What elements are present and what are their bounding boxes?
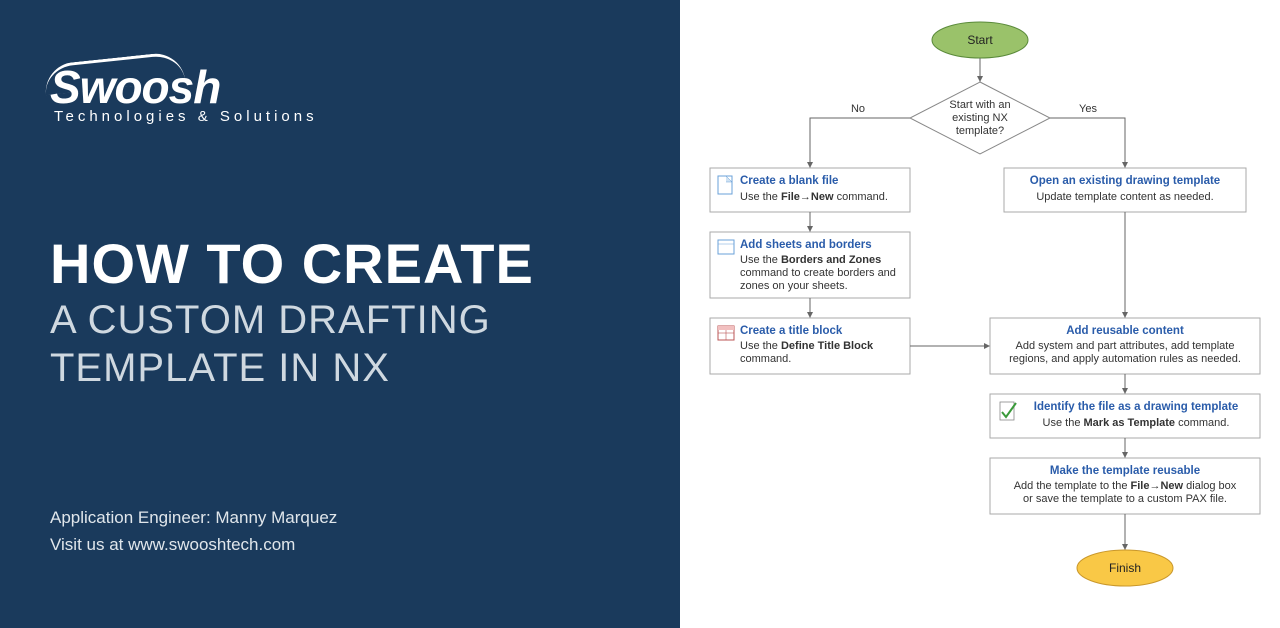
open-body: Update template content as needed.	[1036, 191, 1213, 203]
reusable-body2: regions, and apply automation rules as n…	[1009, 353, 1241, 365]
identify-body: Use the Mark as Template command.	[1043, 417, 1230, 429]
make-body1: Add the template to the File→New dialog …	[1014, 480, 1237, 492]
finish-label: Finish	[1109, 561, 1141, 575]
branch-yes-label: Yes	[1079, 103, 1097, 115]
arrow	[810, 118, 910, 168]
flowchart-svg: Start Start with an existing NX template…	[680, 0, 1280, 628]
sheets-title: Add sheets and borders	[740, 239, 872, 251]
titleblock-body1: Use the Define Title Block	[740, 340, 874, 352]
footer-block: Application Engineer: Manny Marquez Visi…	[50, 504, 630, 558]
left-panel: Swoosh Technologies & Solutions HOW TO C…	[0, 0, 680, 628]
url-line: Visit us at www.swooshtech.com	[50, 531, 630, 558]
file-icon	[718, 176, 732, 194]
make-title: Make the template reusable	[1050, 465, 1200, 477]
author-line: Application Engineer: Manny Marquez	[50, 504, 630, 531]
title-line-2: A CUSTOM DRAFTING TEMPLATE IN NX	[50, 296, 630, 392]
decision-line3: template?	[956, 125, 1004, 137]
start-label: Start	[967, 33, 993, 47]
logo: Swoosh Technologies & Solutions	[50, 60, 630, 125]
arrow	[1050, 118, 1125, 168]
make-body2: or save the template to a custom PAX fil…	[1023, 493, 1227, 505]
titleblock-body2: command.	[740, 353, 791, 365]
decision-line1: Start with an	[949, 99, 1010, 111]
title-line-1: HOW TO CREATE	[50, 235, 630, 294]
sheets-body1: Use the Borders and Zones	[740, 254, 881, 266]
open-title: Open an existing drawing template	[1030, 175, 1220, 187]
blank-title: Create a blank file	[740, 175, 838, 187]
right-panel: Start Start with an existing NX template…	[680, 0, 1280, 628]
reusable-body1: Add system and part attributes, add temp…	[1016, 340, 1235, 352]
sheets-body2: command to create borders and	[740, 267, 896, 279]
blank-body: Use the File→New command.	[740, 191, 888, 203]
headline: HOW TO CREATE A CUSTOM DRAFTING TEMPLATE…	[50, 235, 630, 392]
sheets-body3: zones on your sheets.	[740, 280, 848, 292]
decision-line2: existing NX	[952, 112, 1008, 124]
sheet-icon	[718, 240, 734, 254]
logo-word: Swoosh	[50, 60, 220, 114]
identify-title: Identify the file as a drawing template	[1034, 401, 1239, 413]
branch-no-label: No	[851, 103, 865, 115]
titleblock-title: Create a title block	[740, 325, 843, 337]
reusable-title: Add reusable content	[1066, 325, 1184, 337]
